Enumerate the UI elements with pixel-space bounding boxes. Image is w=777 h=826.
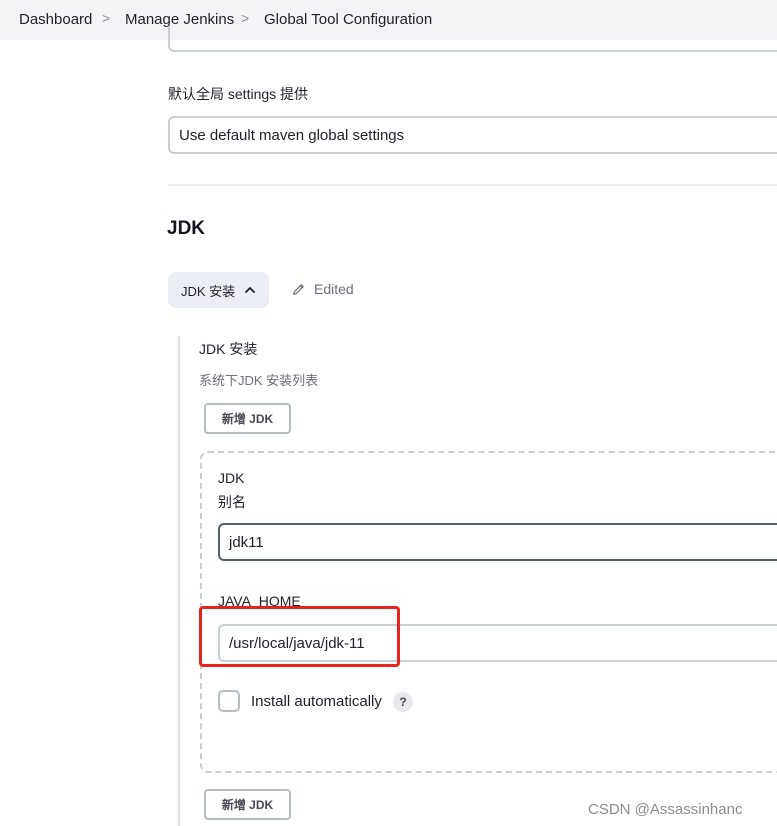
highlight-annotation [199,606,400,667]
breadcrumb-separator: > [102,10,111,26]
watermark: CSDN @Assassinhanc [588,801,743,818]
add-jdk-button-bottom[interactable]: 新增 JDK [204,789,291,820]
jdk-group-rail [178,336,180,826]
edited-indicator: Edited [291,281,354,297]
maven-settings-select-partial[interactable] [168,26,777,52]
edited-label: Edited [314,281,354,297]
pencil-icon [293,283,304,295]
chevron-up-icon [245,287,256,293]
jdk-section-title: JDK [167,218,206,239]
breadcrumb-dashboard[interactable]: Dashboard [19,11,92,28]
help-icon[interactable]: ? [393,692,413,712]
section-divider [168,184,777,186]
maven-global-settings-select[interactable]: Use default maven global settings [168,116,777,154]
jdk-toggle-label: JDK 安装 [181,283,236,299]
install-automatically-label: Install automatically [251,693,382,710]
maven-global-settings-value: Use default maven global settings [179,126,405,144]
breadcrumb-separator: > [241,10,250,26]
jdk-alias-label: 别名 [218,494,246,510]
jdk-alias-value: jdk11 [229,533,264,551]
install-automatically-checkbox[interactable] [218,690,240,712]
jdk-alias-input[interactable]: jdk11 [218,523,777,561]
jdk-installations-toggle[interactable]: JDK 安装 [168,272,269,308]
maven-global-settings-label: 默认全局 settings 提供 [168,86,309,102]
jdk-installations-description: 系统下JDK 安装列表 [199,373,319,388]
add-jdk-button[interactable]: 新增 JDK [204,403,291,434]
jdk-installations-label: JDK 安装 [199,341,258,357]
jdk-entry-heading: JDK [218,470,245,486]
